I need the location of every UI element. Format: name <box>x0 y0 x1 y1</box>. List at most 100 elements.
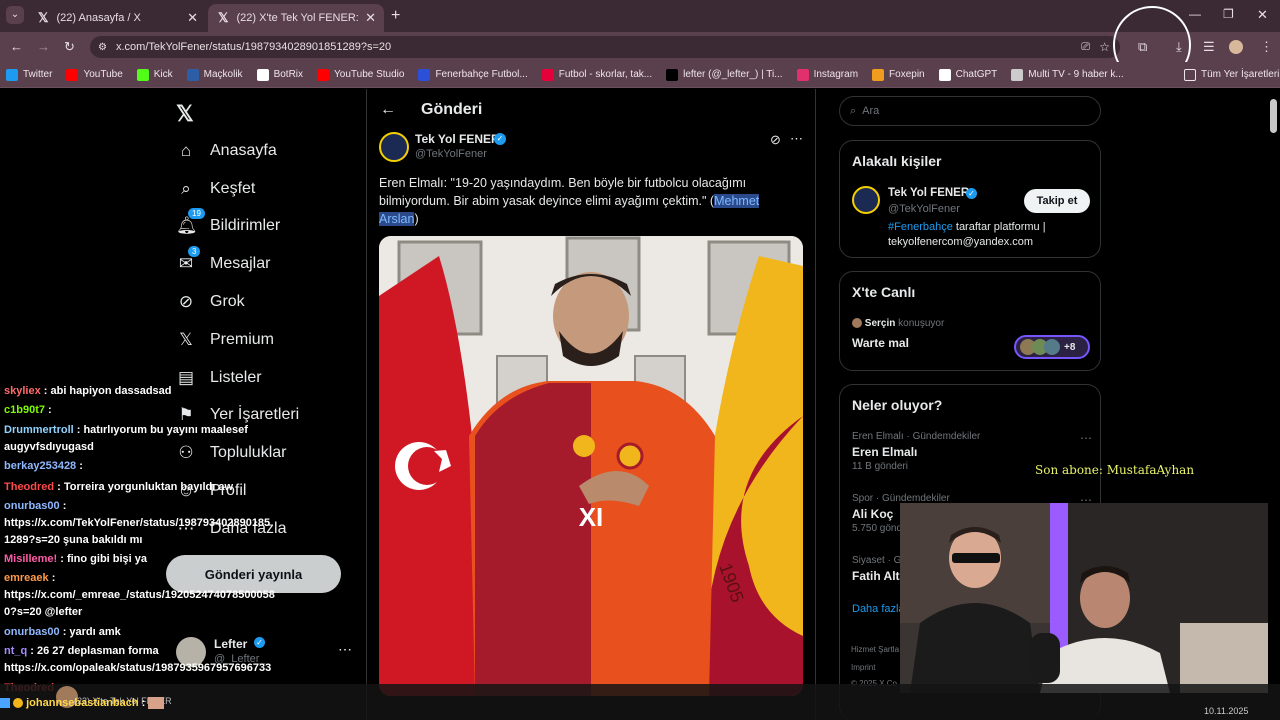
more-icon[interactable]: ⋯ <box>790 131 803 147</box>
subscriber-alert: Son abone: MustafaAyhan <box>1035 463 1195 477</box>
bookmark-item[interactable]: Multi TV - 9 haber k... <box>1011 68 1124 81</box>
trend-more-icon[interactable]: ⋯ <box>1080 431 1092 445</box>
post-image[interactable]: 1905 XI <box>379 236 803 696</box>
bookmark-favicon-icon <box>136 68 149 81</box>
star-icon[interactable]: ☆ <box>1099 40 1110 54</box>
space-title[interactable]: Warte mal <box>852 336 909 350</box>
site-settings-icon[interactable]: ⚙ <box>98 42 107 53</box>
verified-icon: ✓ <box>254 637 265 648</box>
account-name: Lefter <box>214 637 248 651</box>
bookmark-item[interactable]: ChatGPT <box>938 68 997 81</box>
bookmark-icon: ⚑ <box>178 405 194 424</box>
nav-item-2[interactable]: 🔔︎ 19 Bildirimler <box>176 208 280 236</box>
live-listeners[interactable]: +8 <box>1014 335 1090 359</box>
emote-icon <box>148 697 165 710</box>
minimize-icon[interactable]: — <box>1189 7 1201 21</box>
webcam-feed <box>900 503 1268 693</box>
bookmark-item[interactable]: YouTube Studio <box>317 68 404 81</box>
maximize-icon[interactable]: ❐ <box>1223 7 1234 21</box>
nav-item-4[interactable]: ⊘ Grok <box>176 292 245 312</box>
grok-icon[interactable]: ⊘ <box>770 132 781 148</box>
browser-tab-home[interactable]: 𝕏 (22) Anasayfa / X ✕ <box>28 4 206 32</box>
bookmark-favicon-icon <box>541 68 554 81</box>
forward-icon[interactable]: → <box>37 39 50 54</box>
avatar[interactable] <box>852 186 880 214</box>
footer-link[interactable]: Hizmet Şartla <box>851 645 899 654</box>
chat-username: Drummertroll <box>4 424 74 436</box>
nav-item-8[interactable]: ⚇ Topluluklar <box>176 443 286 463</box>
footer-link[interactable]: Imprint <box>851 663 875 672</box>
reading-list-icon[interactable]: ☰ <box>1203 39 1215 55</box>
post-text-line: Eren Elmalı: "19-20 yaşındaydım. Ben böy… <box>379 176 747 190</box>
bookmark-item[interactable]: Maçkolik <box>186 68 243 81</box>
follow-button[interactable]: Takip et <box>1024 189 1090 213</box>
chat-message: : <box>59 500 67 512</box>
bookmark-item[interactable]: Kick <box>136 68 173 81</box>
chat-last-line: johannsebastianbach : <box>0 697 165 710</box>
close-icon[interactable]: ✕ <box>187 10 198 26</box>
chat-message: : <box>44 404 52 416</box>
x-logo-icon: 𝕏 <box>38 10 49 25</box>
reload-icon[interactable]: ↻ <box>64 39 75 55</box>
account-more-icon[interactable]: ⋯ <box>338 641 352 658</box>
bookmark-item[interactable]: Fenerbahçe Futbol... <box>418 68 528 81</box>
chat-line: berkay253428 : <box>4 460 83 472</box>
nav-item-0[interactable]: ⌂ Anasayfa <box>176 141 277 161</box>
people-icon: ⚇ <box>178 443 194 462</box>
bookmark-item[interactable]: Twitter <box>6 68 52 81</box>
list-icon: ▤ <box>177 368 195 387</box>
chat-message: : abi hapiyon dassadsad <box>40 385 172 397</box>
card-title: Neler oluyor? <box>852 397 943 413</box>
back-arrow-icon[interactable]: ← <box>380 101 396 119</box>
divider <box>366 89 367 720</box>
nav-item-1[interactable]: ⌕ Keşfet <box>176 179 255 199</box>
x-logo-icon[interactable]: 𝕏 <box>176 101 194 127</box>
hashtag-link[interactable]: #Fenerbahçe <box>888 221 953 233</box>
author-avatar[interactable] <box>379 132 409 162</box>
mention-link[interactable]: Mehmet <box>714 194 760 208</box>
grok-icon: ⊘ <box>178 292 194 311</box>
person-name[interactable]: Tek Yol FENER <box>888 187 969 199</box>
chat-message: https://x.com/TekYolFener/status/1987934… <box>4 517 271 529</box>
badge-icon <box>13 698 24 709</box>
menu-icon[interactable]: ⋮ <box>1260 39 1273 55</box>
all-bookmarks-label: Tüm Yer İşaretleri <box>1201 69 1280 80</box>
bookmark-item[interactable]: Futbol - skorlar, tak... <box>541 68 653 81</box>
bookmark-label: Multi TV - 9 haber k... <box>1028 69 1124 80</box>
cast-icon[interactable]: ⎚ <box>1081 41 1090 54</box>
listener-count: +8 <box>1064 341 1076 353</box>
author-name[interactable]: Tek Yol FENER <box>415 132 500 146</box>
bookmark-item[interactable]: Foxepin <box>872 68 925 81</box>
tab-search-icon[interactable]: ⌄ <box>6 6 24 24</box>
bookmark-item[interactable]: BotRix <box>256 68 303 81</box>
taskbar: (22) X'te Tek Yol FENER 10.11.2025 <box>0 684 1280 720</box>
post-button[interactable]: Gönderi yayınla <box>166 555 341 593</box>
chat-line: c1b90t7 : <box>4 404 52 416</box>
chat-line: Drummertroll : hatırlıyorum bu yayını ma… <box>4 424 248 436</box>
nav-item-3[interactable]: ✉ 3 Mesajlar <box>176 246 270 274</box>
window-close-icon[interactable]: ✕ <box>1257 7 1268 23</box>
bookmark-label: Futbol - skorlar, tak... <box>558 69 653 80</box>
bookmark-favicon-icon <box>186 68 199 81</box>
search-box[interactable]: ⌕ Ara <box>839 96 1101 126</box>
chat-message: : hatırlıyorum bu yayını maalesef <box>73 424 248 436</box>
show-more-link[interactable]: Daha fazla <box>852 603 905 615</box>
search-input[interactable]: Ara <box>862 105 879 117</box>
bookmark-item[interactable]: Instagram <box>796 68 858 81</box>
notification-badge: 19 <box>188 208 205 219</box>
bookmark-item[interactable]: lefter (@_lefter_) | Ti... <box>666 68 783 81</box>
scrollbar-thumb[interactable] <box>1270 99 1277 133</box>
all-bookmarks-folder[interactable]: Tüm Yer İşaretleri <box>1184 68 1280 81</box>
new-tab-icon[interactable]: + <box>391 7 400 25</box>
browser-tab-post[interactable]: 𝕏 (22) X'te Tek Yol FENER: "Eren E ✕ <box>208 4 384 32</box>
nav-item-7[interactable]: ⚑ Yer İşaretleri <box>176 405 299 425</box>
close-icon[interactable]: ✕ <box>365 10 376 26</box>
address-bar[interactable]: ⚙ x.com/TekYolFener/status/1987934028901… <box>90 36 1120 58</box>
profile-avatar[interactable] <box>1229 40 1243 54</box>
home-icon: ⌂ <box>180 141 192 160</box>
nav-item-6[interactable]: ▤ Listeler <box>176 368 262 388</box>
mention-link[interactable]: Arslan <box>379 212 415 226</box>
bookmark-item[interactable]: YouTube <box>66 68 123 81</box>
nav-item-5[interactable]: 𝕏 Premium <box>176 330 274 350</box>
back-icon[interactable]: ← <box>10 39 23 54</box>
